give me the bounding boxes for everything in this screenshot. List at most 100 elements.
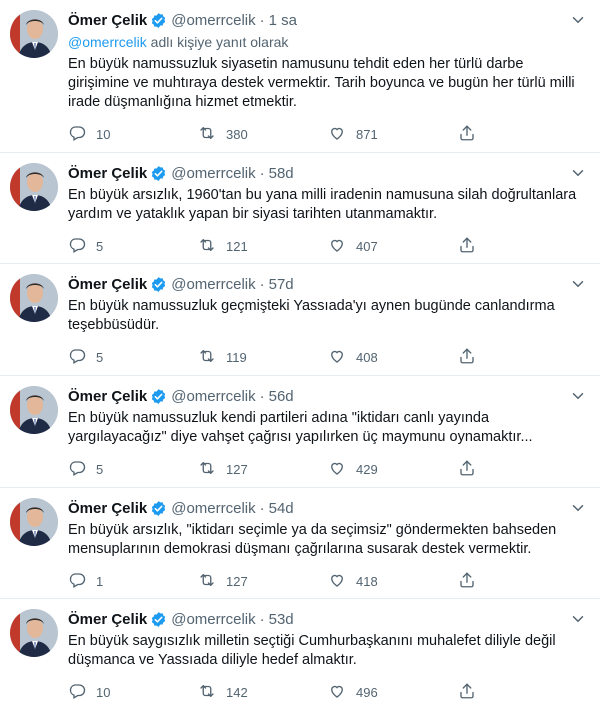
author-handle[interactable]: @omerrcelik (171, 276, 255, 293)
tweet-actions: 10 380 871 (68, 124, 588, 144)
like-button[interactable]: 871 (328, 124, 458, 145)
tweet-timestamp[interactable]: 58d (269, 165, 294, 182)
share-icon (458, 124, 486, 145)
author-handle[interactable]: @omerrcelik (171, 388, 255, 405)
share-button[interactable] (458, 682, 486, 703)
share-icon (458, 236, 486, 257)
author-name[interactable]: Ömer Çelik (68, 388, 147, 405)
share-button[interactable] (458, 236, 486, 257)
verified-badge-icon (150, 165, 167, 182)
separator-dot: · (259, 387, 265, 405)
avatar[interactable] (10, 498, 58, 546)
tweet-timestamp[interactable]: 56d (269, 388, 294, 405)
tweet-actions: 5 127 429 (68, 459, 588, 479)
tweet[interactable]: Ömer Çelik @omerrcelik · 56d En büyük na… (0, 376, 600, 488)
more-options-icon[interactable] (568, 274, 588, 294)
retweet-button[interactable]: 127 (198, 571, 328, 592)
separator-dot: · (259, 164, 265, 182)
reply-button[interactable]: 1 (68, 571, 198, 592)
share-icon (458, 347, 486, 368)
reply-count: 5 (96, 238, 104, 254)
tweet-actions: 5 121 407 (68, 236, 588, 256)
author-handle[interactable]: @omerrcelik (171, 500, 255, 517)
separator-dot: · (259, 11, 265, 29)
tweet-actions: 1 127 418 (68, 571, 588, 591)
author-name[interactable]: Ömer Çelik (68, 611, 147, 628)
more-options-icon[interactable] (568, 10, 588, 30)
author-handle[interactable]: @omerrcelik (171, 611, 255, 628)
retweet-icon (198, 236, 226, 257)
tweet[interactable]: Ömer Çelik @omerrcelik · 58d En büyük ar… (0, 153, 600, 264)
like-button[interactable]: 418 (328, 571, 458, 592)
retweet-button[interactable]: 127 (198, 459, 328, 480)
reply-button[interactable]: 5 (68, 347, 198, 368)
tweet[interactable]: Ömer Çelik @omerrcelik · 54d En büyük ar… (0, 488, 600, 599)
like-button[interactable]: 429 (328, 459, 458, 480)
more-options-icon[interactable] (568, 386, 588, 406)
reply-button[interactable]: 10 (68, 682, 198, 703)
retweet-button[interactable]: 121 (198, 236, 328, 257)
author-name[interactable]: Ömer Çelik (68, 165, 147, 182)
avatar[interactable] (10, 163, 58, 211)
tweet-timestamp[interactable]: 54d (269, 500, 294, 517)
reply-button[interactable]: 10 (68, 124, 198, 145)
retweet-count: 127 (226, 461, 248, 477)
retweet-button[interactable]: 380 (198, 124, 328, 145)
tweet[interactable]: Ömer Çelik @omerrcelik · 53d En büyük sa… (0, 599, 600, 709)
reply-count: 5 (96, 461, 104, 477)
like-button[interactable]: 408 (328, 347, 458, 368)
like-count: 407 (356, 238, 378, 254)
like-button[interactable]: 407 (328, 236, 458, 257)
like-count: 418 (356, 573, 378, 589)
share-icon (458, 682, 486, 703)
like-count: 496 (356, 684, 378, 700)
author-name[interactable]: Ömer Çelik (68, 276, 147, 293)
tweet-timestamp[interactable]: 53d (269, 611, 294, 628)
like-count: 429 (356, 461, 378, 477)
avatar[interactable] (10, 609, 58, 657)
more-options-icon[interactable] (568, 609, 588, 629)
author-name[interactable]: Ömer Çelik (68, 12, 147, 29)
like-button[interactable]: 496 (328, 682, 458, 703)
reply-icon (68, 347, 96, 368)
avatar[interactable] (10, 274, 58, 322)
heart-icon (328, 124, 356, 145)
reply-context-text: adlı kişiye yanıt olarak (146, 34, 289, 50)
retweet-icon (198, 571, 226, 592)
share-button[interactable] (458, 124, 486, 145)
author-handle[interactable]: @omerrcelik (171, 12, 255, 29)
retweet-icon (198, 124, 226, 145)
avatar[interactable] (10, 10, 58, 58)
retweet-count: 142 (226, 684, 248, 700)
reply-to-link[interactable]: @omerrcelik (68, 34, 147, 50)
avatar[interactable] (10, 386, 58, 434)
verified-badge-icon (150, 388, 167, 405)
author-handle[interactable]: @omerrcelik (171, 165, 255, 182)
tweet-text: En büyük namussuzluk siyasetin namusunu … (68, 56, 575, 110)
tweet[interactable]: Ömer Çelik @omerrcelik · 57d En büyük na… (0, 264, 600, 376)
tweet-timestamp[interactable]: 57d (269, 276, 294, 293)
more-options-icon[interactable] (568, 163, 588, 183)
author-name[interactable]: Ömer Çelik (68, 500, 147, 517)
share-button[interactable] (458, 459, 486, 480)
tweet-actions: 5 119 408 (68, 347, 588, 367)
heart-icon (328, 682, 356, 703)
share-button[interactable] (458, 347, 486, 368)
more-options-icon[interactable] (568, 498, 588, 518)
heart-icon (328, 347, 356, 368)
retweet-button[interactable]: 142 (198, 682, 328, 703)
tweet-text: En büyük namussuzluk kendi partileri adı… (68, 410, 533, 445)
tweet-text: En büyük arsızlık, "iktidarı seçimle ya … (68, 522, 557, 557)
retweet-button[interactable]: 119 (198, 347, 328, 368)
share-button[interactable] (458, 571, 486, 592)
heart-icon (328, 236, 356, 257)
tweet[interactable]: Ömer Çelik @omerrcelik · 1 sa @omerrceli… (0, 0, 600, 153)
reply-button[interactable]: 5 (68, 459, 198, 480)
retweet-icon (198, 347, 226, 368)
reply-button[interactable]: 5 (68, 236, 198, 257)
tweet-timestamp[interactable]: 1 sa (269, 12, 297, 29)
retweet-icon (198, 682, 226, 703)
separator-dot: · (259, 275, 265, 293)
reply-context: @omerrcelik adlı kişiye yanıt olarak (68, 34, 588, 52)
retweet-count: 380 (226, 126, 248, 142)
